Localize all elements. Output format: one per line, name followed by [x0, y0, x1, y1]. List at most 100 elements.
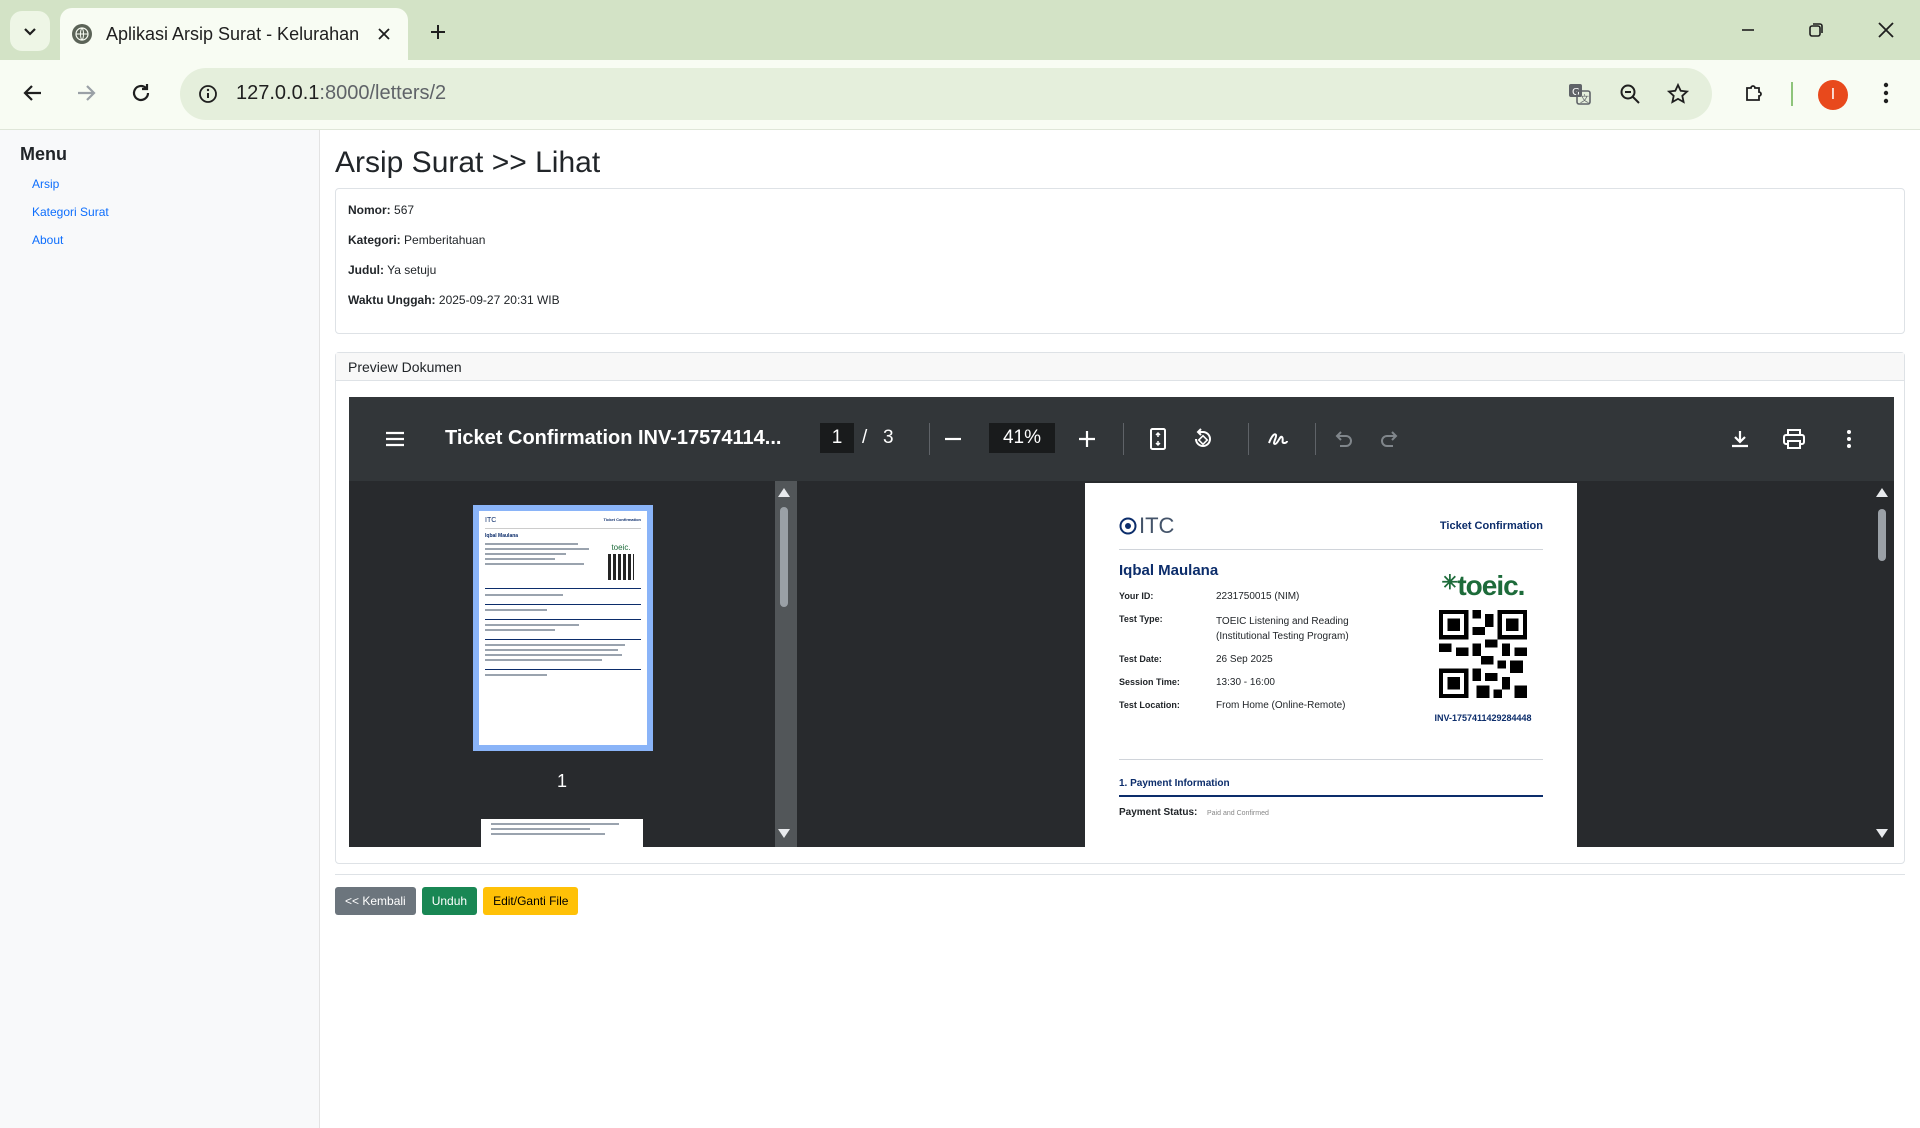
edit-file-button[interactable]: Edit/Ganti File	[483, 887, 579, 915]
text-line	[485, 644, 626, 646]
doc-row: Session Time: 13:30 - 16:00	[1119, 677, 1423, 688]
scroll-down-icon[interactable]	[1874, 827, 1890, 841]
thumb-header-right: Ticket Confirmation	[603, 517, 642, 522]
hamburger-menu-icon[interactable]	[383, 427, 407, 451]
page-number-input[interactable]: 1	[820, 423, 854, 453]
back-button[interactable]	[13, 73, 53, 113]
url-text[interactable]: 127.0.0.1:8000/letters/2	[236, 82, 446, 105]
close-tab-icon[interactable]	[372, 22, 396, 46]
annotate-icon[interactable]	[1265, 426, 1291, 452]
sidebar-item-kategori-surat[interactable]: Kategori Surat	[32, 205, 299, 219]
close-window-button[interactable]	[1866, 12, 1906, 48]
toeic-logo: ✳toeic.	[1423, 570, 1543, 602]
doc-details: Iqbal Maulana Your ID: 2231750015 (NIM) T…	[1119, 562, 1423, 723]
fit-page-icon[interactable]	[1145, 426, 1171, 452]
field-value: Pemberitahuan	[404, 233, 486, 247]
sidebar-item-about[interactable]: About	[32, 233, 299, 247]
scrollbar-thumb[interactable]	[1878, 509, 1886, 561]
toeic-asterisk-icon: ✳	[1441, 572, 1459, 594]
doc-payment-row: Payment Status: Paid and Confirmed	[1119, 807, 1543, 818]
divider	[485, 528, 641, 529]
puzzle-icon	[1746, 85, 1762, 101]
zoom-out-icon[interactable]	[941, 427, 965, 451]
restore-window-button[interactable]	[1796, 12, 1836, 48]
translate-icon[interactable]: G文	[1564, 78, 1596, 110]
profile-avatar[interactable]: I	[1818, 80, 1848, 110]
back-button[interactable]: << Kembali	[335, 887, 416, 915]
zoom-level-input[interactable]: 41%	[989, 423, 1055, 453]
divider	[485, 619, 641, 620]
scroll-up-icon[interactable]	[776, 485, 792, 499]
field-judul: Judul: Ya setuju	[348, 263, 1892, 277]
action-buttons: << Kembali Unduh Edit/Ganti File	[335, 887, 579, 915]
page-thumbnail-1[interactable]: ITC Ticket Confirmation Iqbal Maulana toe	[473, 505, 653, 751]
field-value: Ya setuju	[387, 263, 437, 277]
pdf-toolbar: Ticket Confirmation INV-17574114... 1 / …	[349, 397, 1894, 481]
undo-icon[interactable]	[1330, 426, 1356, 452]
document-area[interactable]: ITC Ticket Confirmation Iqbal Maulana Yo…	[797, 481, 1894, 847]
zoom-icon[interactable]	[1614, 78, 1646, 110]
page-thumbnail-2[interactable]	[481, 819, 643, 847]
redo-icon[interactable]	[1377, 426, 1403, 452]
site-info-icon[interactable]	[192, 78, 224, 110]
toolbar-divider	[1791, 82, 1793, 106]
text-line	[485, 609, 548, 611]
address-bar[interactable]: 127.0.0.1:8000/letters/2 G文	[180, 68, 1712, 120]
pdf-viewer[interactable]: Ticket Confirmation INV-17574114... 1 / …	[349, 397, 1894, 847]
letter-info-card: Nomor: 567 Kategori: Pemberitahuan Judul…	[335, 188, 1905, 334]
thumb-body: toeic.	[485, 543, 641, 582]
browser-menu-button[interactable]	[1866, 73, 1906, 113]
new-tab-button[interactable]	[420, 14, 456, 50]
close-icon	[1878, 22, 1894, 38]
doc-row: Test Location: From Home (Online-Remote)	[1119, 700, 1423, 711]
doc-row: Test Type: TOEIC Listening and Reading (I…	[1119, 614, 1423, 644]
print-icon[interactable]	[1781, 426, 1807, 452]
preview-heading: Preview Dokumen	[336, 353, 1904, 381]
pdf-title: Ticket Confirmation INV-17574114...	[445, 427, 782, 449]
divider	[485, 639, 641, 640]
divider	[485, 669, 641, 670]
payment-label: Payment Status:	[1119, 807, 1198, 818]
more-options-icon[interactable]	[1836, 426, 1862, 452]
text-line	[491, 823, 619, 825]
reload-button[interactable]	[121, 73, 161, 113]
scroll-up-icon[interactable]	[1874, 485, 1890, 499]
browser-tab-active[interactable]: Aplikasi Arsip Surat - Kelurahan	[60, 8, 408, 60]
download-button[interactable]: Unduh	[421, 887, 478, 915]
minimize-window-button[interactable]	[1728, 12, 1768, 48]
rotate-icon[interactable]	[1190, 426, 1216, 452]
sidebar-item-arsip[interactable]: Arsip	[32, 177, 299, 191]
chevron-down-icon	[24, 28, 36, 36]
field-waktu-unggah: Waktu Unggah: 2025-09-27 20:31 WIB	[348, 293, 1892, 307]
row-value: 26 Sep 2025	[1216, 654, 1273, 665]
document-scrollbar[interactable]	[1874, 485, 1890, 841]
divider	[1119, 759, 1543, 760]
bookmark-star-icon[interactable]	[1662, 78, 1694, 110]
scrollbar-thumb[interactable]	[780, 507, 788, 607]
doc-name: Iqbal Maulana	[1119, 562, 1219, 579]
download-icon[interactable]	[1727, 426, 1753, 452]
doc-body: Iqbal Maulana Your ID: 2231750015 (NIM) T…	[1119, 562, 1543, 723]
toolbar-divider	[1248, 423, 1249, 455]
thumb-qr-block: toeic.	[601, 543, 641, 582]
tab-search-button[interactable]	[10, 11, 50, 51]
row-value: 13:30 - 16:00	[1216, 677, 1275, 688]
itc-logo: ITC	[1119, 513, 1174, 539]
forward-button[interactable]	[66, 73, 106, 113]
text-line	[485, 594, 563, 596]
text-line	[491, 828, 591, 830]
text-line	[485, 543, 578, 545]
doc-section-1: 1. Payment Information	[1119, 778, 1230, 789]
globe-icon	[72, 24, 92, 44]
preview-card: Preview Dokumen Ticket Confirmation INV-…	[335, 352, 1905, 864]
thumbnail-scrollbar[interactable]	[776, 485, 792, 841]
thumbnail-page-label: 1	[556, 771, 567, 791]
qr-code-icon	[1439, 610, 1527, 698]
itc-logo-icon	[1119, 517, 1137, 535]
extensions-button[interactable]	[1734, 73, 1774, 113]
zoom-in-icon[interactable]	[1075, 427, 1099, 451]
scroll-down-icon[interactable]	[776, 827, 792, 841]
page-title: Arsip Surat >> Lihat	[335, 146, 601, 179]
toolbar-divider	[929, 423, 930, 455]
text-line	[485, 629, 556, 631]
